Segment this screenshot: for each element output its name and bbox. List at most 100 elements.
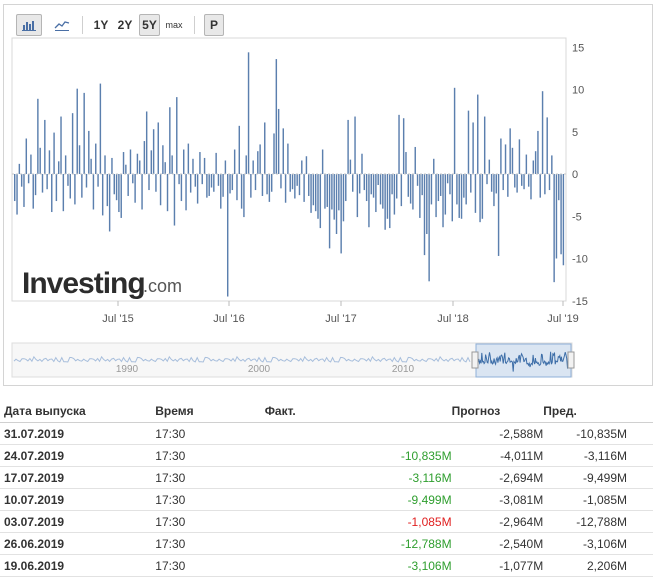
bar[interactable] — [226, 174, 229, 297]
header-actual[interactable]: Факт. — [264, 400, 452, 423]
bar[interactable] — [345, 174, 347, 202]
bar[interactable] — [18, 163, 21, 174]
bar[interactable] — [558, 174, 560, 201]
bar[interactable] — [44, 119, 46, 174]
bar[interactable] — [539, 174, 541, 198]
bar[interactable] — [518, 139, 521, 174]
bar[interactable] — [118, 174, 120, 213]
bar[interactable] — [273, 133, 275, 174]
header-previous[interactable]: Пред. — [543, 400, 653, 423]
bar[interactable] — [257, 151, 259, 174]
navigator-handle-left[interactable] — [471, 351, 479, 369]
bar[interactable] — [201, 174, 203, 185]
bar[interactable] — [356, 174, 359, 218]
bar[interactable] — [298, 174, 301, 196]
bar[interactable] — [509, 128, 511, 174]
bar[interactable] — [488, 159, 491, 174]
bar[interactable] — [444, 174, 447, 215]
bar[interactable] — [88, 130, 90, 174]
bar[interactable] — [83, 92, 85, 174]
header-time[interactable]: Время — [155, 400, 265, 423]
bar[interactable] — [30, 154, 32, 174]
bar[interactable] — [27, 174, 30, 184]
bar[interactable] — [180, 174, 183, 202]
bar[interactable] — [354, 116, 356, 174]
bar[interactable] — [439, 174, 442, 196]
bar[interactable] — [189, 174, 192, 193]
header-date[interactable]: Дата выпуска — [0, 400, 156, 423]
bar[interactable] — [331, 174, 333, 210]
bar[interactable] — [483, 116, 486, 174]
bar[interactable] — [136, 153, 139, 174]
bar[interactable] — [548, 174, 551, 191]
bar[interactable] — [280, 174, 282, 189]
bar[interactable] — [250, 174, 252, 198]
bar[interactable] — [437, 174, 440, 202]
bar[interactable] — [222, 174, 224, 197]
bar[interactable] — [495, 174, 497, 194]
bar[interactable] — [314, 174, 317, 212]
bar[interactable] — [243, 174, 245, 218]
bar[interactable] — [321, 149, 324, 175]
bar[interactable] — [236, 174, 238, 201]
bar[interactable] — [90, 158, 92, 174]
bar[interactable] — [106, 174, 109, 207]
bar[interactable] — [474, 174, 477, 213]
bar[interactable] — [497, 174, 500, 256]
bar[interactable] — [104, 155, 106, 174]
bar[interactable] — [409, 174, 412, 204]
bar[interactable] — [305, 156, 308, 174]
bar[interactable] — [113, 174, 115, 195]
bar[interactable] — [504, 144, 507, 174]
bar[interactable] — [238, 125, 241, 174]
bar[interactable] — [171, 155, 173, 174]
bar[interactable] — [120, 174, 122, 218]
bar[interactable] — [333, 174, 335, 220]
bar[interactable] — [240, 174, 243, 209]
bar[interactable] — [127, 174, 129, 196]
bar[interactable] — [187, 143, 190, 174]
bar[interactable] — [523, 174, 525, 190]
bar[interactable] — [254, 174, 257, 191]
bar[interactable] — [477, 94, 479, 174]
bar[interactable] — [363, 174, 366, 191]
bar[interactable] — [389, 174, 391, 229]
bar[interactable] — [139, 160, 141, 174]
bar[interactable] — [493, 174, 495, 207]
bar[interactable] — [384, 174, 386, 230]
bar[interactable] — [453, 87, 456, 174]
bar[interactable] — [382, 174, 384, 209]
bar[interactable] — [150, 150, 153, 174]
bar[interactable] — [310, 174, 312, 213]
bar[interactable] — [317, 174, 319, 219]
bar[interactable] — [247, 52, 250, 174]
bar[interactable] — [465, 174, 467, 205]
bar[interactable] — [423, 174, 426, 256]
bar[interactable] — [97, 174, 99, 187]
bar[interactable] — [203, 157, 206, 174]
bar[interactable] — [402, 118, 405, 174]
bar[interactable] — [502, 174, 504, 191]
bar[interactable] — [20, 174, 23, 187]
bar[interactable] — [358, 174, 361, 194]
bar[interactable] — [365, 174, 368, 202]
bar[interactable] — [405, 152, 407, 174]
bar[interactable] — [266, 174, 268, 195]
bar[interactable] — [426, 174, 428, 234]
bar[interactable] — [451, 174, 453, 222]
bar[interactable] — [233, 149, 236, 175]
bar[interactable] — [546, 117, 548, 174]
bar[interactable] — [55, 174, 58, 202]
bar[interactable] — [264, 122, 266, 174]
bar[interactable] — [81, 174, 83, 198]
bar[interactable] — [41, 174, 44, 193]
bar[interactable] — [361, 153, 363, 174]
bar[interactable] — [141, 174, 143, 210]
bar[interactable] — [162, 145, 164, 174]
bar[interactable] — [166, 174, 169, 212]
bar[interactable] — [375, 174, 377, 213]
bar[interactable] — [472, 122, 474, 174]
bar[interactable] — [442, 174, 444, 228]
bar[interactable] — [78, 145, 81, 174]
bar[interactable] — [428, 174, 430, 282]
